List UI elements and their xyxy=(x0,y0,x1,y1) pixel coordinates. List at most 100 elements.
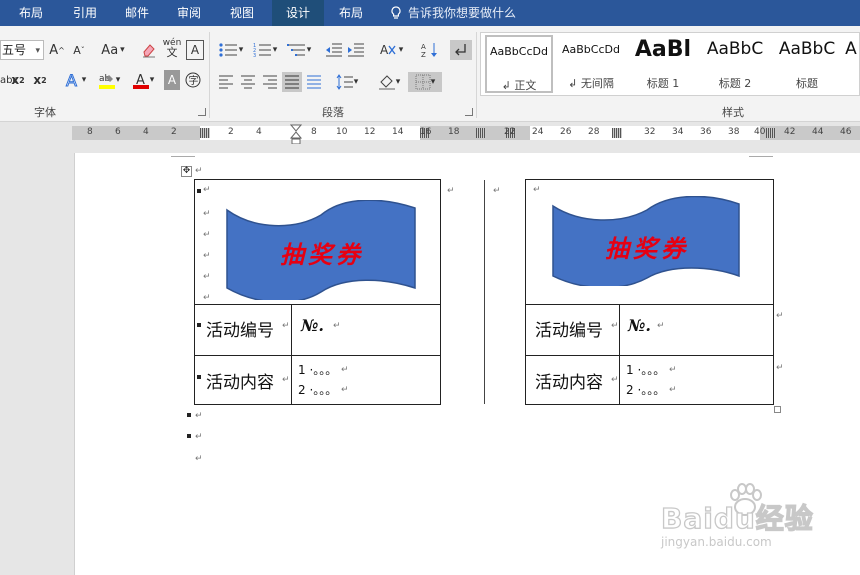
tab-mailings[interactable]: 邮件 xyxy=(112,0,162,26)
table-move-handle[interactable]: ✥ xyxy=(181,166,192,177)
align-left-icon xyxy=(219,75,233,89)
ruler-number: 12 xyxy=(364,127,376,137)
borders-icon xyxy=(415,74,431,90)
styles-gallery: AaBbCcDd ↲ 正文 AaBbCcDd ↲ 无间隔 AaBl 标题 1 A… xyxy=(480,32,860,96)
ruler-column-marker[interactable] xyxy=(766,128,776,138)
ruler-number: 14 xyxy=(392,127,404,137)
style-title[interactable]: AaBbC 标题 xyxy=(773,35,841,93)
tab-review[interactable]: 审阅 xyxy=(164,0,214,26)
character-border-button[interactable]: A xyxy=(186,40,204,60)
paragraph-mark: ↵ xyxy=(195,411,203,421)
shading-button[interactable]: ▾ xyxy=(374,72,404,92)
paragraph-mark: ↵ xyxy=(203,293,211,303)
align-left-button[interactable] xyxy=(216,72,236,92)
ruler-column-marker[interactable] xyxy=(612,128,622,138)
enclose-characters-button[interactable]: 字 xyxy=(184,70,202,90)
font-dialog-launcher[interactable] xyxy=(198,108,206,116)
ruler-column-marker[interactable] xyxy=(200,128,210,138)
list-bullet xyxy=(187,413,191,417)
watermark-brand: Baidu经验 xyxy=(660,501,814,535)
align-right-button[interactable] xyxy=(260,72,280,92)
activity-content-label: 活动内容 xyxy=(535,373,603,393)
ruler-number: 36 xyxy=(700,127,712,137)
tab-design[interactable]: 设计 xyxy=(272,0,324,26)
shrink-font-button[interactable]: Aˇ xyxy=(70,40,88,60)
ruler-number: 8 xyxy=(87,127,93,137)
distributed-button[interactable] xyxy=(304,72,324,92)
sort-button[interactable]: AZ xyxy=(420,40,440,60)
group-divider xyxy=(209,32,210,118)
style-no-spacing[interactable]: AaBbCcDd ↲ 无间隔 xyxy=(557,35,625,93)
end-of-row-mark: ↵ xyxy=(776,363,784,373)
numbering-button[interactable]: 1 2 3 ▾ xyxy=(250,40,280,60)
svg-text:A: A xyxy=(380,43,389,57)
ruler-number: 32 xyxy=(644,127,656,137)
increase-indent-icon xyxy=(348,43,364,57)
phonetic-guide-button[interactable]: wén 文 xyxy=(162,38,182,59)
activity-id-label: 活动编号 xyxy=(535,321,603,341)
sort-icon: AZ xyxy=(421,43,437,58)
indent-marker-icon[interactable] xyxy=(290,124,302,146)
activity-id-value: №. xyxy=(628,316,651,335)
style-normal[interactable]: AaBbCcDd ↲ 正文 xyxy=(485,35,553,93)
document-page[interactable]: ✥ ↵ ↵ ↵ ↵ ↵ ↵ ↵ 抽奖券 活动编号 ↵ №. ↵ 活动内容 ↵ 1… xyxy=(74,153,860,575)
watermark-url: jingyan.baidu.com xyxy=(661,535,772,549)
text-effects-button[interactable]: A ▾ xyxy=(60,70,90,90)
paragraph-mark: ↵ xyxy=(611,375,619,385)
tell-me-text: 告诉我你想要做什么 xyxy=(408,6,517,20)
document-workspace[interactable]: ✥ ↵ ↵ ↵ ↵ ↵ ↵ ↵ 抽奖券 活动编号 ↵ №. ↵ 活动内容 ↵ 1… xyxy=(0,144,860,575)
ruler-number: 8 xyxy=(311,127,317,137)
decrease-indent-icon xyxy=(326,43,342,57)
tab-view[interactable]: 视图 xyxy=(216,0,268,26)
decrease-indent-button[interactable] xyxy=(324,40,344,60)
baidu-watermark: Baidu经验 jingyan.baidu.com xyxy=(660,483,857,553)
distributed-icon xyxy=(307,75,321,89)
paragraph-mark: ↵ xyxy=(203,251,211,261)
activity-id-value: №. xyxy=(301,316,324,335)
list-bullet xyxy=(187,434,191,438)
superscript-button[interactable]: x2 xyxy=(32,70,48,90)
ruler-number: 46 xyxy=(840,127,852,137)
line-spacing-button[interactable]: ▾ xyxy=(332,72,362,92)
change-case-button[interactable]: Aa ▾ xyxy=(96,40,130,60)
subscript-button[interactable]: x2 xyxy=(10,70,26,90)
bullets-button[interactable]: ▾ xyxy=(216,40,246,60)
style-sample: A xyxy=(845,39,857,59)
tab-table-layout[interactable]: 布局 xyxy=(326,0,376,26)
list-bullet xyxy=(197,323,201,327)
end-of-row-mark: ↵ xyxy=(776,311,784,321)
show-marks-button[interactable] xyxy=(450,40,472,60)
character-shading-button[interactable]: A xyxy=(164,70,180,90)
borders-button[interactable]: ▾ xyxy=(408,72,442,92)
tell-me-box[interactable]: 告诉我你想要做什么 xyxy=(390,0,516,26)
activity-content-label: 活动内容 xyxy=(206,373,274,393)
paragraph-mark: ↵ xyxy=(341,385,349,395)
style-heading-1[interactable]: AaBl 标题 1 xyxy=(629,35,697,93)
style-subtitle[interactable]: A xyxy=(841,35,860,93)
paragraph-mark: ↵ xyxy=(282,375,290,385)
paragraph-mark: ↵ xyxy=(203,185,211,195)
horizontal-ruler[interactable]: 8 6 4 2 2 4 8 10 12 14 16 18 22 24 26 28… xyxy=(0,122,860,146)
highlight-color-button[interactable]: ab ▾ xyxy=(94,70,124,90)
return-arrow-icon xyxy=(455,44,466,56)
content-line-1: 1 ·。。。 xyxy=(298,363,338,377)
tab-references[interactable]: 引用 xyxy=(60,0,110,26)
style-heading-2[interactable]: AaBbC 标题 2 xyxy=(701,35,769,93)
increase-indent-button[interactable] xyxy=(346,40,366,60)
table-resize-handle[interactable] xyxy=(774,406,781,413)
tab-layout[interactable]: 布局 xyxy=(6,0,56,26)
paragraph-mark: ↵ xyxy=(203,272,211,282)
font-size-select[interactable]: 五号 ▾ xyxy=(0,40,44,60)
multilevel-list-button[interactable]: ▾ xyxy=(284,40,314,60)
grow-font-button[interactable]: A ^ xyxy=(48,40,66,60)
group-label-paragraph: 段落 xyxy=(322,106,344,119)
paragraph-dialog-launcher[interactable] xyxy=(465,108,473,116)
chinese-layout-button[interactable]: A ▾ xyxy=(376,40,406,60)
paragraph-mark: ↵ xyxy=(282,321,290,331)
banner-title: 抽奖券 xyxy=(605,234,689,263)
justify-button[interactable] xyxy=(282,72,302,92)
align-center-button[interactable] xyxy=(238,72,258,92)
clear-format-button[interactable] xyxy=(140,40,158,60)
font-color-button[interactable]: A ▾ xyxy=(128,70,158,90)
ruler-column-marker[interactable] xyxy=(476,128,486,138)
